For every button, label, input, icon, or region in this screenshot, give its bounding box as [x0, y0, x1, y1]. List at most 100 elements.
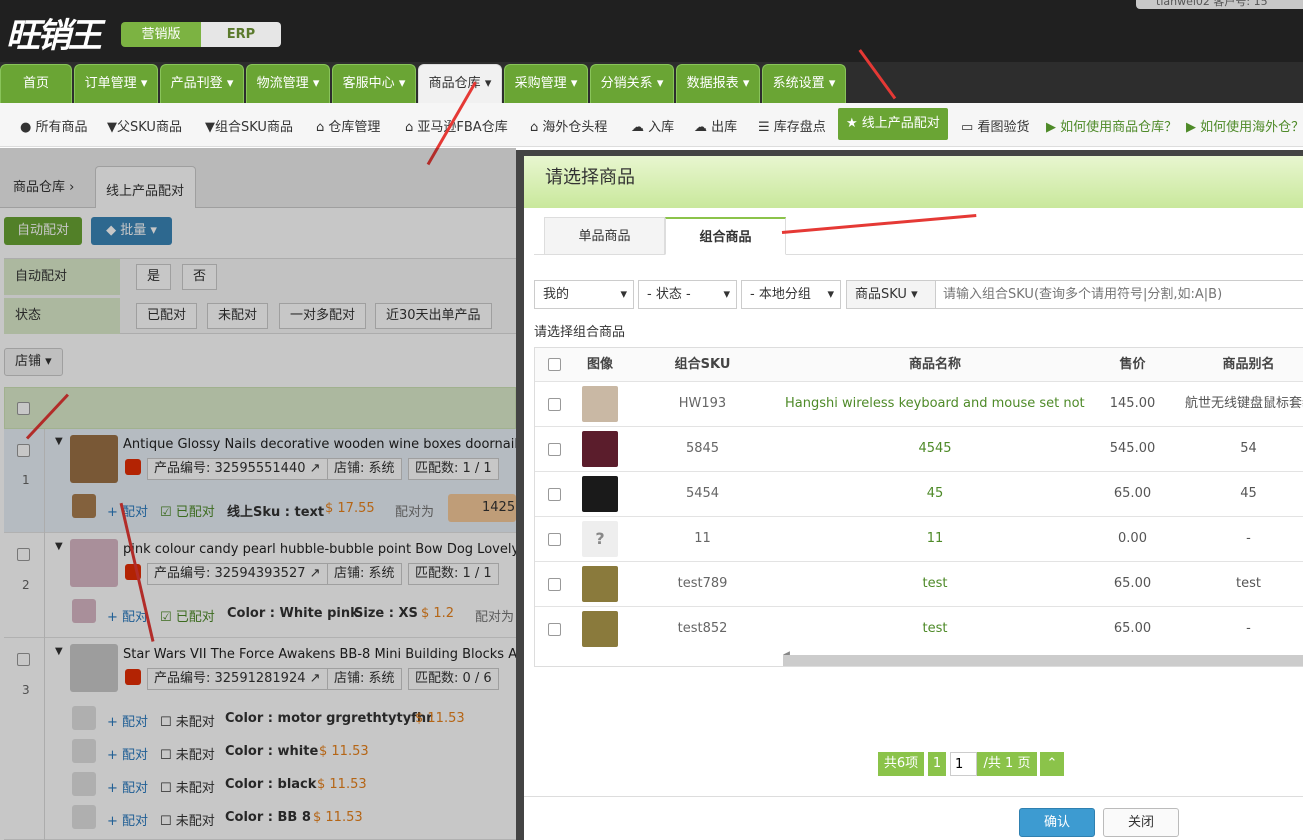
group-select-value: - 本地分组 — [750, 287, 811, 302]
col-price: 售价 — [1119, 357, 1146, 372]
subnav-all-products-label: 所有商品 — [35, 120, 88, 135]
col-alias: 商品别名 — [1222, 357, 1275, 372]
subnav-help-overseas[interactable]: ▶ 如何使用海外仓？ — [1186, 116, 1303, 135]
subnav-parent-sku[interactable]: ▼父SKU商品 — [107, 116, 182, 135]
caret-down-icon: ▾ — [620, 287, 627, 302]
owner-select[interactable]: 我的 ▾ — [534, 280, 634, 309]
filter-icon: ▼ — [107, 120, 117, 135]
nav-home-label: 首页 — [22, 76, 49, 91]
subnav-all-products[interactable]: ● 所有商品 — [20, 116, 88, 135]
subnav-overseas[interactable]: ⌂ 海外仓头程 — [530, 116, 607, 135]
nav-service-label: 客服中心 — [342, 76, 395, 91]
total-pages: /共 1 页 — [977, 752, 1037, 776]
nav-listing[interactable]: 产品刊登 ▾ — [160, 64, 244, 103]
version-erp-button[interactable]: ERP — [201, 22, 281, 47]
table-row[interactable]: ? 11 11 0.00 - — [535, 516, 1303, 561]
product-image — [582, 566, 618, 602]
subnav-fba[interactable]: ⌂ 亚马逊FBA仓库 — [405, 116, 508, 135]
nav-reports[interactable]: 数据报表 ▾ — [676, 64, 760, 103]
subnav-outbound-label: 出库 — [711, 120, 738, 135]
version-marketing-button[interactable]: 营销版 — [121, 22, 201, 47]
monitor-icon: ▭ — [961, 120, 974, 135]
row-checkbox[interactable] — [548, 533, 561, 546]
nav-warehouse[interactable]: 商品仓库 ▾ — [418, 64, 502, 103]
subnav-stocktake[interactable]: ☰ 库存盘点 — [758, 116, 826, 135]
subnav-stocktake-label: 库存盘点 — [773, 120, 826, 135]
nav-distribution[interactable]: 分销关系 ▾ — [590, 64, 674, 103]
caret-down-icon: ▾ — [742, 76, 750, 91]
nav-orders[interactable]: 订单管理 ▾ — [74, 64, 158, 103]
dot-icon: ● — [20, 120, 32, 135]
nav-service[interactable]: 客服中心 ▾ — [332, 64, 416, 103]
table-row[interactable]: 5454 45 65.00 45 — [535, 471, 1303, 516]
owner-select-value: 我的 — [543, 287, 570, 302]
alias: 航世无线键盘鼠标套装 — [1185, 396, 1303, 411]
confirm-button[interactable]: 确认 — [1019, 808, 1095, 837]
subnav-parent-sku-label: 父SKU商品 — [117, 120, 182, 135]
col-product-name: 商品名称 — [908, 357, 961, 372]
subnav-combo-sku[interactable]: ▼组合SKU商品 — [205, 116, 293, 135]
subnav-inspect[interactable]: ▭ 看图验货 — [961, 116, 1029, 135]
price: 65.00 — [1113, 486, 1152, 501]
row-checkbox[interactable] — [548, 398, 561, 411]
subnav-combo-sku-label: 组合SKU商品 — [215, 120, 293, 135]
table-row[interactable]: 5845 4545 545.00 54 — [535, 426, 1303, 471]
search-field-select-value: 商品SKU — [855, 287, 907, 302]
combo-sku: test789 — [677, 576, 728, 591]
row-checkbox[interactable] — [548, 488, 561, 501]
brand-logo[interactable]: 旺销王 — [6, 8, 102, 57]
tab-combo-product[interactable]: 组合商品 — [665, 217, 786, 255]
page-input[interactable] — [950, 752, 977, 776]
product-image — [582, 386, 618, 422]
footer-divider — [524, 796, 1303, 797]
select-all-checkbox[interactable] — [548, 358, 561, 371]
table-row[interactable]: test852 test 65.00 - — [535, 606, 1303, 651]
nav-logistics[interactable]: 物流管理 ▾ — [246, 64, 330, 103]
subnav-inbound[interactable]: ☁ 入库 — [631, 116, 674, 135]
nav-logistics-label: 物流管理 — [256, 76, 309, 91]
product-name-link[interactable]: Hangshi wireless keyboard and mouse set … — [785, 382, 1085, 427]
subnav-help-warehouse-label: 如何使用商品仓库？ — [1060, 120, 1178, 135]
chevron-up-icon[interactable]: ⌃ — [1040, 752, 1064, 776]
price: 545.00 — [1109, 441, 1156, 456]
table-row[interactable]: test789 test 65.00 test — [535, 561, 1303, 606]
list-icon: ☰ — [758, 120, 770, 135]
nav-settings-label: 系统设置 — [772, 76, 825, 91]
nav-home[interactable]: 首页 — [0, 64, 72, 103]
subnav-inspect-label: 看图验货 — [977, 120, 1030, 135]
row-checkbox[interactable] — [548, 623, 561, 636]
subnav-online-pairing[interactable]: ★ 线上产品配对 — [838, 108, 948, 140]
nav-purchase[interactable]: 采购管理 ▾ — [504, 64, 588, 103]
product-name-link[interactable]: test — [785, 562, 1085, 607]
close-button[interactable]: 关闭 — [1103, 808, 1179, 837]
user-info[interactable]: tianwei02 客户号: 15 — [1136, 0, 1303, 9]
subnav-help-warehouse[interactable]: ▶ 如何使用商品仓库？ — [1046, 116, 1177, 135]
sku-search-input[interactable] — [936, 280, 1303, 309]
row-checkbox[interactable] — [548, 443, 561, 456]
table-row[interactable]: HW193 Hangshi wireless keyboard and mous… — [535, 381, 1303, 426]
price: 0.00 — [1118, 531, 1147, 546]
nav-distribution-label: 分销关系 — [600, 76, 653, 91]
row-checkbox[interactable] — [548, 578, 561, 591]
search-field-select[interactable]: 商品SKU ▾ — [846, 280, 936, 309]
tab-single-product[interactable]: 单品商品 — [544, 217, 665, 255]
home-icon: ⌂ — [316, 120, 325, 135]
product-name-link[interactable]: 4545 — [785, 427, 1085, 472]
page-current-button[interactable]: 1 — [928, 752, 946, 776]
alias: - — [1246, 531, 1251, 546]
nav-listing-label: 产品刊登 — [170, 76, 223, 91]
product-name-link[interactable]: 11 — [785, 517, 1085, 562]
cloud-upload-icon: ☁ — [631, 120, 644, 135]
star-icon: ★ — [846, 116, 858, 131]
product-name-link[interactable]: test — [785, 607, 1085, 652]
horizontal-scrollbar[interactable] — [783, 655, 1303, 666]
status-select[interactable]: - 状态 - ▾ — [638, 280, 737, 309]
nav-settings[interactable]: 系统设置 ▾ — [762, 64, 846, 103]
subnav-online-pairing-label: 线上产品配对 — [861, 116, 940, 131]
subnav-warehouse-manage[interactable]: ⌂ 仓库管理 — [316, 116, 380, 135]
product-name-link[interactable]: 45 — [785, 472, 1085, 517]
combo-sku: 5454 — [685, 486, 720, 501]
modal-backdrop — [0, 148, 516, 840]
subnav-outbound[interactable]: ☁ 出库 — [694, 116, 737, 135]
group-select[interactable]: - 本地分组 ▾ — [741, 280, 841, 309]
